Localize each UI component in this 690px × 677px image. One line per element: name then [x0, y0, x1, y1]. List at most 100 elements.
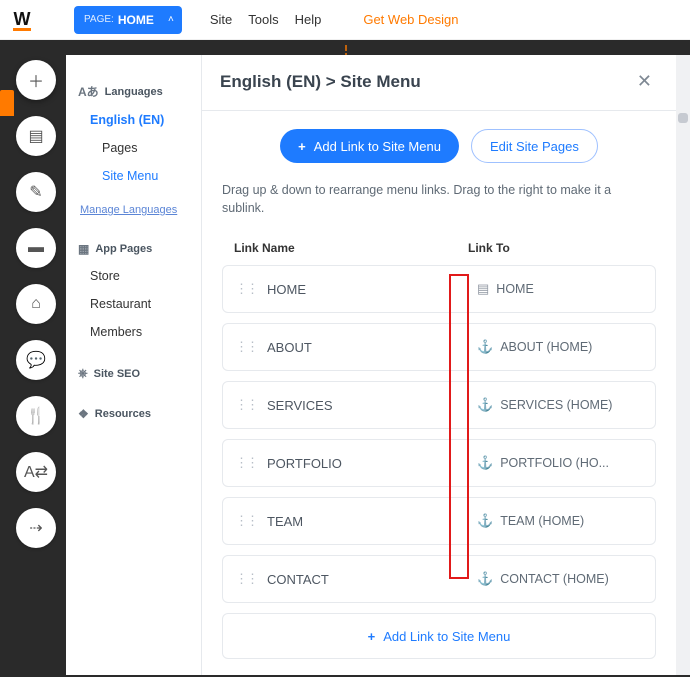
rail-chat-button[interactable]: 💬	[16, 340, 56, 380]
row-link-name: TEAM	[267, 514, 477, 529]
add-link-row-label: Add Link to Site Menu	[383, 629, 510, 644]
menu-row[interactable]: ⋮⋮ PORTFOLIO⚓PORTFOLIO (HO...	[222, 439, 656, 487]
menu-row[interactable]: ⋮⋮ TEAM⚓ TEAM (HOME)	[222, 497, 656, 545]
sidebar-heading-resources[interactable]: ❖ Resources	[78, 407, 189, 421]
page-selector[interactable]: PAGE: HOME ˄	[74, 6, 182, 34]
row-link-to: ⚓PORTFOLIO (HO...	[477, 455, 609, 471]
page-icon: ▤	[477, 281, 489, 297]
get-web-design-link[interactable]: Get Web Design	[363, 12, 458, 27]
row-link-to-label: ABOUT (HOME)	[500, 340, 592, 354]
add-link-button[interactable]: + Add Link to Site Menu	[280, 129, 459, 163]
sidebar-heading-languages: Aあ Languages	[78, 83, 189, 100]
panel-title: English (EN) > Site Menu	[220, 72, 421, 92]
rail-translate-button[interactable]: A⇄	[16, 452, 56, 492]
row-link-name: ABOUT	[267, 340, 477, 355]
menu-row[interactable]: ⋮⋮ SERVICES⚓ SERVICES (HOME)	[222, 381, 656, 429]
panel-body: + Add Link to Site Menu Edit Site Pages …	[202, 111, 676, 677]
left-tab-handle[interactable]	[0, 90, 14, 116]
rail-media-button[interactable]: ▬	[16, 228, 56, 268]
panel-hint: Drag up & down to rearrange menu links. …	[222, 181, 656, 217]
rail-design-button[interactable]: ✎	[16, 172, 56, 212]
close-icon[interactable]: ✕	[631, 69, 658, 94]
rail-routes-button[interactable]: ⇢	[16, 508, 56, 548]
sidebar-heading-languages-label: Languages	[105, 86, 163, 98]
rail-restaurant-button[interactable]: 🍴	[16, 396, 56, 436]
row-link-to-label: TEAM (HOME)	[500, 514, 584, 528]
panel-actions: + Add Link to Site Menu Edit Site Pages	[222, 129, 656, 163]
edit-site-pages-button[interactable]: Edit Site Pages	[471, 129, 598, 163]
menu-site[interactable]: Site	[210, 12, 232, 27]
panel-scrollbar[interactable]	[676, 55, 690, 675]
pages-sidebar: Aあ Languages English (EN) Pages Site Men…	[66, 55, 202, 675]
app-logo: W	[0, 0, 44, 40]
sidebar-current-language[interactable]: English (EN)	[78, 106, 189, 134]
row-link-name: CONTACT	[267, 572, 477, 587]
layout-icon: ▤	[28, 126, 43, 146]
add-link-button-label: Add Link to Site Menu	[314, 139, 441, 154]
menu-row[interactable]: ⋮⋮ CONTACT⚓CONTACT (HOME)	[222, 555, 656, 603]
anchor-icon: ⚓	[477, 571, 493, 587]
menu-help[interactable]: Help	[295, 12, 322, 27]
seo-icon: ⎈	[78, 366, 88, 381]
sidebar-heading-app-pages-label: App Pages	[95, 243, 152, 255]
site-menu-panel: English (EN) > Site Menu ✕ + Add Link to…	[202, 55, 676, 675]
row-link-to-label: SERVICES (HOME)	[500, 398, 612, 412]
chat-icon: 💬	[26, 350, 46, 370]
anchor-icon: ⚓	[477, 339, 493, 355]
row-link-to: ⚓ ABOUT (HOME)	[477, 339, 592, 355]
anchor-icon: ⚓	[477, 397, 493, 413]
page-selector-value: HOME	[118, 13, 154, 27]
left-rail: ＋ ▤ ✎ ▬ ⌂ 💬 🍴 A⇄ ⇢	[16, 60, 60, 548]
rail-store-button[interactable]: ⌂	[16, 284, 56, 324]
anchor-icon: ⚓	[477, 455, 493, 471]
drag-handle-icon[interactable]: ⋮⋮	[235, 281, 257, 297]
table-header: Link Name Link To	[222, 235, 656, 265]
row-link-to: ▤ HOME	[477, 281, 534, 297]
sidebar-app-store[interactable]: Store	[78, 262, 189, 290]
drag-handle-icon[interactable]: ⋮⋮	[235, 513, 257, 529]
globe-icon: Aあ	[78, 83, 99, 100]
menu-row[interactable]: ⋮⋮ ABOUT⚓ ABOUT (HOME)	[222, 323, 656, 371]
drag-handle-icon[interactable]: ⋮⋮	[235, 571, 257, 587]
row-link-name: PORTFOLIO	[267, 456, 477, 471]
drag-handle-icon[interactable]: ⋮⋮	[235, 397, 257, 413]
sidebar-pages-link[interactable]: Pages	[78, 134, 189, 162]
scrollbar-thumb[interactable]	[678, 113, 688, 123]
edit-site-pages-label: Edit Site Pages	[490, 139, 579, 154]
plus-icon: ＋	[28, 68, 44, 92]
sidebar-app-restaurant[interactable]: Restaurant	[78, 290, 189, 318]
storefront-icon: ⌂	[31, 295, 41, 313]
apps-icon: ▦	[78, 242, 89, 256]
sidebar-site-menu-link[interactable]: Site Menu	[78, 162, 189, 190]
row-link-name: HOME	[267, 282, 477, 297]
left-edge-tabs	[0, 90, 14, 104]
plus-icon: +	[298, 139, 306, 154]
anchor-icon: ⚓	[477, 513, 493, 529]
manage-languages-link[interactable]: Manage Languages	[80, 204, 189, 216]
plus-icon: +	[368, 629, 376, 644]
row-link-to: ⚓ SERVICES (HOME)	[477, 397, 612, 413]
col-link-to: Link To	[468, 241, 644, 255]
col-link-name: Link Name	[234, 241, 468, 255]
rail-layout-button[interactable]: ▤	[16, 116, 56, 156]
menu-tools[interactable]: Tools	[248, 12, 278, 27]
sidebar-heading-seo[interactable]: ⎈ Site SEO	[78, 366, 189, 381]
sidebar-heading-resources-label: Resources	[95, 408, 151, 420]
row-link-name: SERVICES	[267, 398, 477, 413]
row-link-to-label: HOME	[496, 282, 534, 296]
drag-handle-icon[interactable]: ⋮⋮	[235, 455, 257, 471]
drag-handle-icon[interactable]: ⋮⋮	[235, 339, 257, 355]
design-icon: ✎	[29, 182, 42, 202]
sidebar-app-members[interactable]: Members	[78, 318, 189, 346]
resources-icon: ❖	[78, 407, 89, 421]
folder-icon: ▬	[28, 239, 44, 257]
route-icon: ⇢	[29, 518, 42, 538]
add-link-row[interactable]: + Add Link to Site Menu	[222, 613, 656, 659]
translate-icon: A⇄	[24, 462, 48, 482]
rail-add-button[interactable]: ＋	[16, 60, 56, 100]
row-link-to: ⚓CONTACT (HOME)	[477, 571, 609, 587]
page-selector-label: PAGE:	[84, 14, 114, 25]
panel-header: English (EN) > Site Menu ✕	[202, 55, 676, 111]
menu-row[interactable]: ⋮⋮HOME▤HOME	[222, 265, 656, 313]
chevron-up-icon: ˄	[168, 14, 174, 25]
